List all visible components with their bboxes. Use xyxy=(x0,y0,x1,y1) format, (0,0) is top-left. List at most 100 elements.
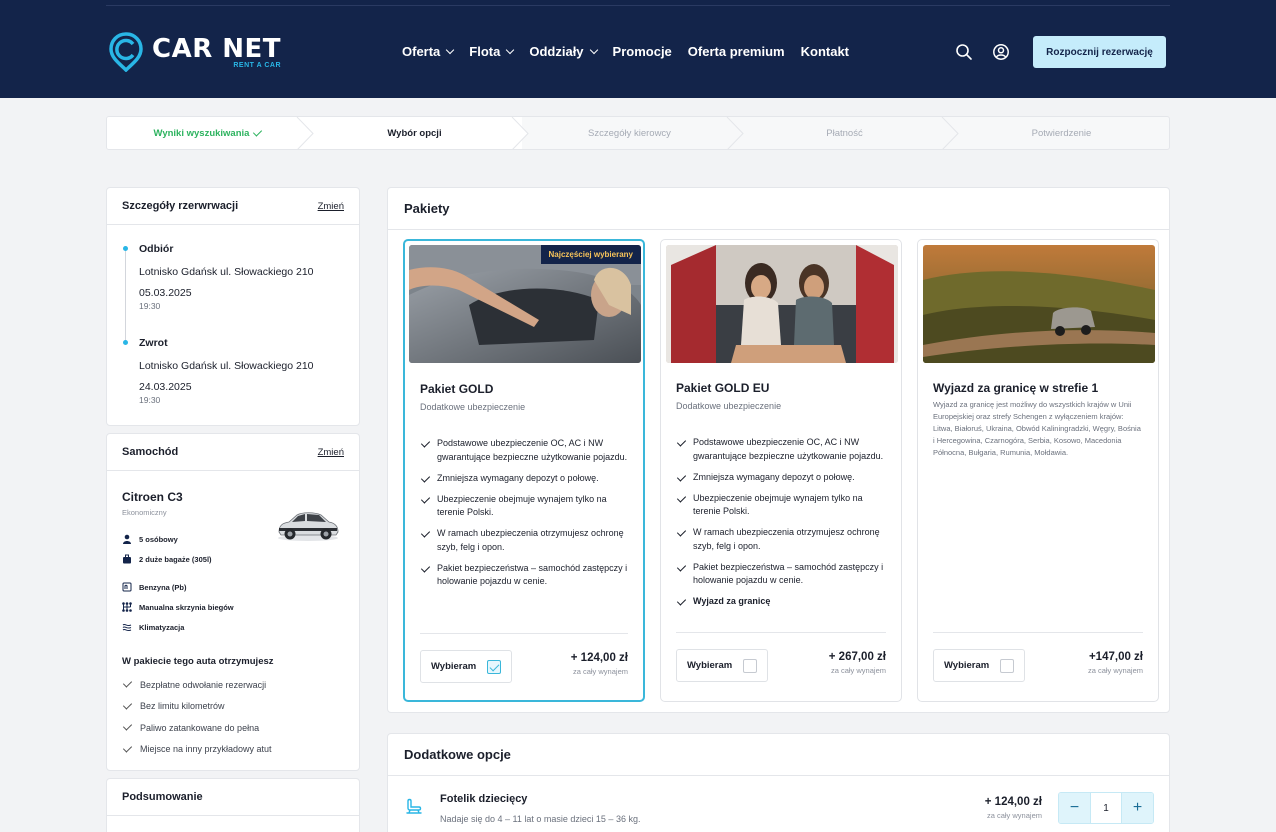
spec-seats: 5 osóbowy xyxy=(122,529,234,549)
most-popular-badge: Najczęściej wybierany xyxy=(540,245,641,264)
quantity-value[interactable]: 1 xyxy=(1090,793,1122,823)
return-block: Zwrot Lotnisko Gdańsk ul. Słowackiego 21… xyxy=(139,337,314,405)
feature-item: W ramach ubezpieczenia otrzymujesz ochro… xyxy=(676,526,891,553)
feature-item: Pakiet bezpieczeństwa – samochód zastępc… xyxy=(676,561,891,588)
check-icon xyxy=(420,472,431,483)
summary-title: Podsumowanie xyxy=(122,791,203,803)
check-icon xyxy=(122,721,133,731)
package-price-value: + 267,00 zł xyxy=(828,651,886,663)
step-separators xyxy=(296,117,959,149)
package-subtitle: Dodatkowe ubezpieczenie xyxy=(676,401,782,411)
chevron-down-icon xyxy=(589,45,598,54)
check-icon xyxy=(420,528,431,538)
logo[interactable]: CAR NET RENT A CAR xyxy=(108,32,281,72)
start-reservation-button[interactable]: Rozpocznij rezerwację xyxy=(1033,36,1166,68)
spec-gearbox: Manualna skrzynia biegów xyxy=(122,597,234,617)
feature-item: Podstawowe ubezpieczenie OC, AC i NW gwa… xyxy=(420,437,635,464)
check-icon xyxy=(420,493,431,504)
check-icon xyxy=(122,743,133,753)
included-item: Bez limitu kilometrów xyxy=(122,696,272,718)
nav-flota[interactable]: Flota xyxy=(469,44,515,59)
spec-aircon: Klimatyzacja xyxy=(122,617,234,637)
car-name: Citroen C3 xyxy=(122,490,183,504)
extra-price-value: + 124,00 zł xyxy=(984,796,1042,808)
included-list: Bezpłatne odwołanie rezerwacji Bez limit… xyxy=(122,674,272,760)
package-image xyxy=(923,245,1155,363)
summary-card: Podsumowanie xyxy=(106,778,360,832)
package-price-value: +147,00 zł xyxy=(1088,651,1143,663)
included-item: Bezpłatne odwołanie rezerwacji xyxy=(122,674,272,696)
change-car-link[interactable]: Zmień xyxy=(318,447,344,458)
increment-button[interactable]: + xyxy=(1122,793,1153,823)
package-title: Wyjazd za granicę w strefie 1 xyxy=(933,381,1099,395)
person-icon xyxy=(123,534,131,544)
search-icon[interactable] xyxy=(955,43,973,61)
choose-package-button[interactable]: Wybieram xyxy=(676,649,768,682)
check-icon xyxy=(676,492,687,503)
feature-item: W ramach ubezpieczenia otrzymujesz ochro… xyxy=(420,527,635,554)
nav-kontakt[interactable]: Kontakt xyxy=(801,44,849,59)
check-icon xyxy=(676,527,687,537)
nav-oferta-premium[interactable]: Oferta premium xyxy=(688,44,785,59)
spec-luggage: 2 duże bagaże (305l) xyxy=(122,549,234,569)
chevron-down-icon xyxy=(446,45,455,54)
package-card-gold[interactable]: Najczęściej wybierany Pakiet GOLD Dodatk… xyxy=(403,239,645,702)
pickup-address: Lotnisko Gdańsk ul. Słowackiego 210 xyxy=(139,266,314,278)
aircon-icon xyxy=(122,623,132,632)
feature-item: Ubezpieczenie obejmuje wynajem tylko na … xyxy=(676,492,891,519)
spec-fuel: Benzyna (Pb) xyxy=(122,577,234,597)
user-icon[interactable] xyxy=(992,43,1010,61)
package-description: Wyjazd za granicę jest możliwy do wszyst… xyxy=(933,400,1141,457)
gearbox-icon xyxy=(122,602,132,612)
extra-price: + 124,00 zł za cały wynajem xyxy=(942,796,1042,820)
packages-title: Pakiety xyxy=(404,201,450,216)
package-divider xyxy=(933,632,1143,633)
package-checkbox[interactable] xyxy=(487,659,501,674)
site-header: CAR NET RENT A CAR Oferta Flota Oddziały… xyxy=(0,0,1276,98)
return-time: 19:30 xyxy=(139,395,161,405)
nav-oferta[interactable]: Oferta xyxy=(402,44,455,59)
choose-package-button[interactable]: Wybieram xyxy=(420,650,512,683)
decrement-button[interactable]: − xyxy=(1059,793,1090,823)
change-reservation-link[interactable]: Zmień xyxy=(318,201,344,212)
check-icon xyxy=(676,437,687,447)
timeline-dot xyxy=(123,340,128,345)
timeline-dot xyxy=(123,246,128,251)
check-icon xyxy=(420,562,431,573)
package-title: Pakiet GOLD EU xyxy=(676,381,770,395)
pickup-time: 19:30 xyxy=(139,301,161,311)
package-checkbox[interactable] xyxy=(1000,658,1014,673)
car-thumbnail xyxy=(278,512,339,541)
feature-item: Wyjazd za granicę xyxy=(676,595,891,609)
included-title: W pakiecie tego auta otrzymujesz xyxy=(122,656,274,667)
car-card-title: Samochód xyxy=(122,446,179,458)
feature-item: Podstawowe ubezpieczenie OC, AC i NW gwa… xyxy=(676,436,891,463)
package-divider xyxy=(676,632,886,633)
header-divider xyxy=(106,5,1170,6)
car-class: Ekonomiczny xyxy=(122,508,167,517)
extra-description: Nadaje się do 4 – 11 lat o masie dzieci … xyxy=(440,814,641,824)
nav-oddzialy[interactable]: Oddziały xyxy=(529,44,598,59)
logo-subtitle: RENT A CAR xyxy=(233,62,282,69)
logo-pin-icon xyxy=(109,32,143,72)
feature-item: Ubezpieczenie obejmuje wynajem tylko na … xyxy=(420,493,635,520)
check-icon xyxy=(420,438,431,448)
return-address: Lotnisko Gdańsk ul. Słowackiego 210 xyxy=(139,360,314,372)
package-price-note: za cały wynajem xyxy=(572,667,628,676)
feature-item: Zmniejsza wymagany depozyt o połowę. xyxy=(676,471,891,485)
package-card-abroad[interactable]: Wyjazd za granicę w strefie 1 Wyjazd za … xyxy=(917,239,1159,702)
car-specs: 5 osóbowy 2 duże bagaże (305l) Benzyna (… xyxy=(122,529,234,637)
package-checkbox[interactable] xyxy=(743,658,757,673)
package-price: + 124,00 zł za cały wynajem xyxy=(571,652,628,676)
package-image xyxy=(666,245,898,363)
nav-promocje[interactable]: Promocje xyxy=(613,44,672,59)
package-card-gold-eu[interactable]: Pakiet GOLD EU Dodatkowe ubezpieczenie P… xyxy=(660,239,902,702)
choose-package-button[interactable]: Wybieram xyxy=(933,649,1025,682)
package-features: Podstawowe ubezpieczenie OC, AC i NW gwa… xyxy=(676,436,891,616)
package-subtitle: Dodatkowe ubezpieczenie xyxy=(420,402,526,412)
luggage-icon xyxy=(123,554,131,564)
included-item: Miejsce na inny przykładowy atut xyxy=(122,739,272,761)
main-nav: Oferta Flota Oddziały Promocje Oferta pr… xyxy=(402,44,865,59)
return-date: 24.03.2025 xyxy=(139,381,192,393)
return-label: Zwrot xyxy=(139,337,168,349)
